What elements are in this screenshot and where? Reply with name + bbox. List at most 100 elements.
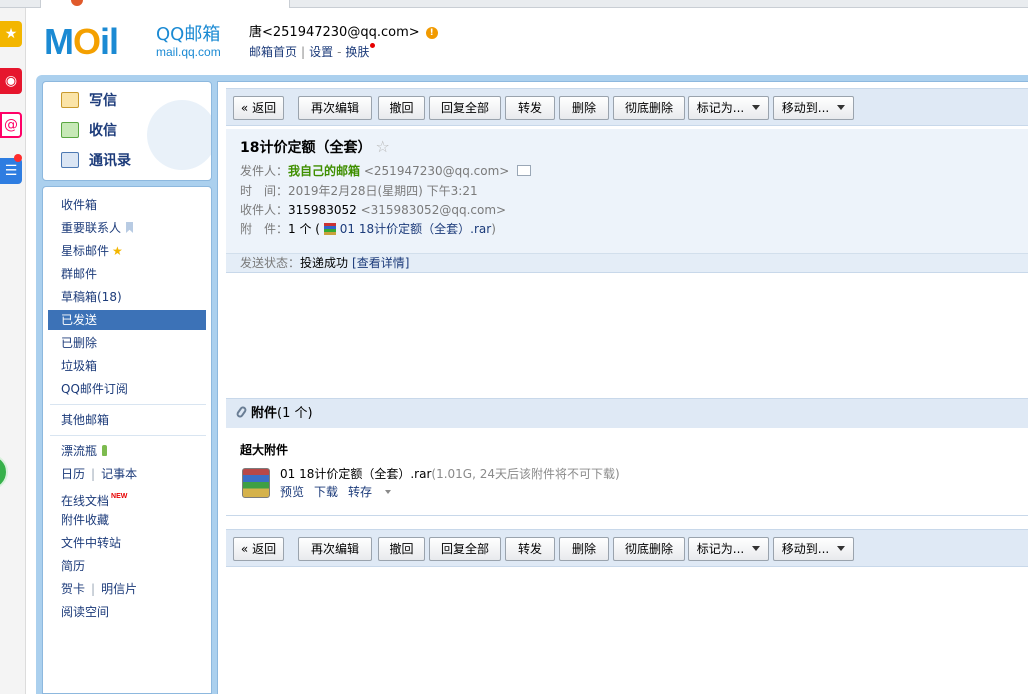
browser-tab-strip xyxy=(0,0,1028,8)
rar-file-icon xyxy=(323,223,336,235)
mail-header: 18计价定额（全套） ☆ 发件人：我自己的邮箱 <251947230@qq.com… xyxy=(226,129,1028,253)
delete-button[interactable]: 删除 xyxy=(559,96,609,120)
mark-as-dropdown[interactable]: 标记为... xyxy=(688,96,769,120)
preview-link[interactable]: 预览 xyxy=(280,485,304,499)
reply-all-button[interactable]: 回复全部 xyxy=(429,96,501,120)
attachment-file-line: 01 18计价定额（全套）.rar(1.01G, 24天后该附件将不可下载) xyxy=(280,466,620,482)
tab-favicon-icon xyxy=(71,0,83,6)
other-mailboxes[interactable]: 其他邮箱 xyxy=(61,410,109,430)
sender-name[interactable]: 我自己的邮箱 xyxy=(288,164,360,178)
edit-again-button[interactable]: 再次编辑 xyxy=(298,537,372,561)
receive-label: 收信 xyxy=(89,123,117,139)
folder-drafts[interactable]: 草稿箱(18) xyxy=(61,287,122,307)
status-label: 发送状态： xyxy=(240,256,301,270)
recall-button[interactable]: 撤回 xyxy=(378,96,425,120)
delete-forever-button[interactable]: 彻底删除 xyxy=(613,537,685,561)
account-name: 唐<251947230@qq.com> xyxy=(249,25,420,40)
chevron-down-icon xyxy=(752,105,761,110)
view-details-link[interactable]: [查看详情] xyxy=(352,256,409,270)
folder-group-mail[interactable]: 群邮件 xyxy=(61,264,97,284)
attachment-row: 附 件：1 个 ( 01 18计价定额（全套）.rar) xyxy=(240,221,496,237)
delete-button[interactable]: 删除 xyxy=(559,537,609,561)
notebook-link[interactable]: 记事本 xyxy=(101,467,137,481)
delete-forever-button[interactable]: 彻底删除 xyxy=(613,96,685,120)
bottle-icon xyxy=(102,445,108,456)
resume-link[interactable]: 简历 xyxy=(61,556,85,576)
move-to-dropdown[interactable]: 移动到... xyxy=(773,96,854,120)
move-to-dropdown[interactable]: 移动到... xyxy=(773,537,854,561)
sidebar-quick-actions: 写信 收信 通讯录 xyxy=(42,81,212,181)
mail-toolbar-bottom: « 返回 再次编辑 撤回 回复全部 转发 删除 彻底删除 标记为... 移动到.… xyxy=(226,529,1028,567)
penguin-watermark-icon xyxy=(147,100,211,170)
contacts-button[interactable]: 通讯录 xyxy=(61,151,131,171)
time-value: 2019年2月28日(星期四) 下午3:21 xyxy=(288,184,478,198)
compose-button[interactable]: 写信 xyxy=(61,91,117,111)
reading-space-link[interactable]: 阅读空间 xyxy=(61,602,109,622)
folder-starred[interactable]: 星标邮件 ★ xyxy=(61,241,123,261)
edit-again-button[interactable]: 再次编辑 xyxy=(298,96,372,120)
winrar-archive-icon[interactable] xyxy=(242,468,270,498)
warning-icon[interactable]: ! xyxy=(425,27,438,39)
mail-toolbar-top: « 返回 再次编辑 撤回 回复全部 转发 删除 彻底删除 标记为... 移动到.… xyxy=(226,88,1028,126)
contact-card-icon[interactable] xyxy=(517,165,532,176)
drift-bottle-link[interactable]: 漂流瓶 xyxy=(61,441,108,461)
recipient-name[interactable]: 315983052 xyxy=(288,203,357,217)
back-button[interactable]: « 返回 xyxy=(233,96,284,120)
mark-as-dropdown[interactable]: 标记为... xyxy=(688,537,769,561)
mailbox-home-link[interactable]: 邮箱首页 xyxy=(249,45,297,59)
download-link[interactable]: 下载 xyxy=(314,485,338,499)
folder-label: 重要联系人 xyxy=(61,221,122,235)
reply-all-button[interactable]: 回复全部 xyxy=(429,537,501,561)
chevron-down-icon xyxy=(837,105,846,110)
pipe-separator: | xyxy=(91,467,96,481)
qq-mail-logo[interactable]: MOil QQ邮箱 mail.qq.com xyxy=(44,22,244,64)
notification-dot-icon xyxy=(14,154,22,162)
bookmark-icon xyxy=(126,222,134,233)
attachment-favorites-link[interactable]: 附件收藏 xyxy=(61,510,109,530)
postcard-link[interactable]: 明信片 xyxy=(101,582,137,596)
contacts-card-icon xyxy=(61,152,79,168)
attachment-link[interactable]: 01 18计价定额（全套）.rar xyxy=(340,222,491,236)
move-to-label: 移动到... xyxy=(781,101,830,115)
attachments-header: 附件(1 个) xyxy=(226,398,1028,428)
save-to-dropdown[interactable]: 转存 xyxy=(348,485,401,499)
recall-button[interactable]: 撤回 xyxy=(378,537,425,561)
settings-link[interactable]: 设置 xyxy=(309,45,333,59)
back-button[interactable]: « 返回 xyxy=(233,537,284,561)
attachments-title: 附件 xyxy=(251,406,278,421)
recipient-address: <315983052@qq.com> xyxy=(360,203,507,217)
folder-deleted[interactable]: 已删除 xyxy=(61,333,97,353)
forward-button[interactable]: 转发 xyxy=(505,96,555,120)
calendar-notebook-row: 日历 | 记事本 xyxy=(61,464,137,484)
weibo-icon[interactable]: ◉ xyxy=(0,68,22,94)
greeting-card-link[interactable]: 贺卡 xyxy=(61,582,85,596)
save-to-label: 转存 xyxy=(348,485,373,499)
mail-at-icon[interactable]: @ xyxy=(0,112,22,138)
receive-button[interactable]: 收信 xyxy=(61,121,117,141)
folder-subscriptions[interactable]: QQ邮件订阅 xyxy=(61,379,128,399)
attachment-close-paren: ) xyxy=(491,222,496,236)
change-skin-link[interactable]: 换肤 xyxy=(345,45,369,59)
online-docs-link[interactable]: 在线文档 NEW xyxy=(61,487,127,508)
from-row: 发件人：我自己的邮箱 <251947230@qq.com> xyxy=(240,163,532,179)
star-toggle-icon[interactable]: ☆ xyxy=(375,137,389,156)
folder-important-contacts[interactable]: 重要联系人 xyxy=(61,218,134,238)
forward-button[interactable]: 转发 xyxy=(505,537,555,561)
mark-as-label: 标记为... xyxy=(696,101,745,115)
attachment-file-name[interactable]: 01 18计价定额（全套）.rar xyxy=(280,467,431,481)
calendar-link[interactable]: 日历 xyxy=(61,467,85,481)
logo-title: QQ邮箱 xyxy=(156,24,221,45)
file-transfer-link[interactable]: 文件中转站 xyxy=(61,533,121,553)
mail-view: « 返回 再次编辑 撤回 回复全部 转发 删除 彻底删除 标记为... 移动到.… xyxy=(217,81,1028,694)
folder-sent[interactable]: 已发送 xyxy=(48,310,206,330)
chevron-down-icon xyxy=(752,546,761,551)
attachments-body: 超大附件 01 18计价定额（全套）.rar(1.01G, 24天后该附件将不可… xyxy=(226,428,1028,516)
app-dock xyxy=(0,8,26,694)
compose-label: 写信 xyxy=(89,93,117,109)
folder-inbox[interactable]: 收件箱 xyxy=(61,195,97,215)
folder-spam[interactable]: 垃圾箱 xyxy=(61,356,97,376)
status-value: 投递成功 xyxy=(300,256,349,270)
star-icon[interactable]: ★ xyxy=(0,21,22,47)
browser-tab[interactable] xyxy=(40,0,290,8)
folder-label: 星标邮件 xyxy=(61,244,110,258)
